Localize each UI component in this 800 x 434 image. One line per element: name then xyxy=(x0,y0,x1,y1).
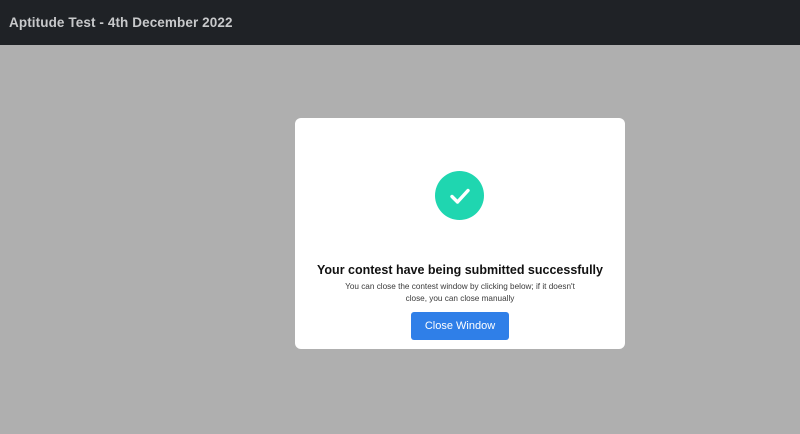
dialog-heading: Your contest have being submitted succes… xyxy=(317,263,603,277)
dialog-description: You can close the contest window by clic… xyxy=(330,281,590,305)
dialog-description-line-1: You can close the contest window by clic… xyxy=(345,282,575,291)
page-title: Aptitude Test - 4th December 2022 xyxy=(9,15,233,30)
page: Aptitude Test - 4th December 2022 Your c… xyxy=(0,0,800,434)
top-bar: Aptitude Test - 4th December 2022 xyxy=(0,0,800,45)
dialog-description-line-2: close, you can close manually xyxy=(405,294,515,303)
check-circle-icon xyxy=(435,171,484,220)
checkmark-icon xyxy=(449,188,470,204)
close-window-button[interactable]: Close Window xyxy=(411,312,509,340)
submission-success-dialog: Your contest have being submitted succes… xyxy=(295,118,625,349)
